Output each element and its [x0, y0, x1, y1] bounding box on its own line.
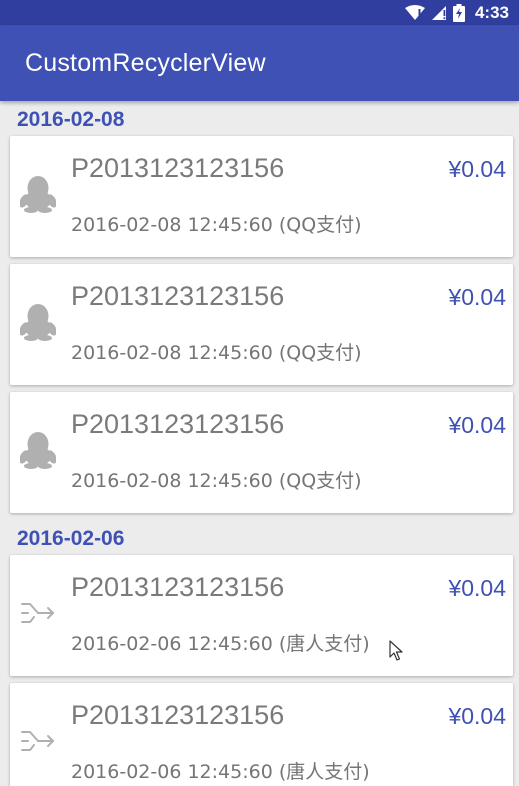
section-header: 2016-02-06	[17, 527, 125, 550]
list-item[interactable]: P2013123123156 ¥0.04 2016-02-08 12:45:60…	[10, 392, 513, 513]
mouse-cursor-icon	[389, 640, 405, 662]
payment-detail: 2016-02-08 12:45:60 (QQ支付)	[71, 470, 362, 492]
status-bar: 4:33	[0, 0, 519, 25]
payment-detail: 2016-02-06 12:45:60 (唐人支付)	[71, 761, 370, 783]
list-item[interactable]: P2013123123156 ¥0.04 2016-02-08 12:45:60…	[10, 136, 513, 257]
qq-penguin-icon	[18, 302, 58, 342]
order-number: P2013123123156	[71, 409, 285, 439]
amount: ¥0.04	[448, 156, 506, 182]
transfer-arrow-icon	[18, 593, 58, 633]
app-title: CustomRecyclerView	[25, 48, 266, 77]
clock: 4:33	[474, 2, 509, 22]
amount: ¥0.04	[448, 575, 506, 601]
wifi-icon	[404, 4, 425, 21]
list-item[interactable]: P2013123123156 ¥0.04 2016-02-08 12:45:60…	[10, 264, 513, 385]
qq-penguin-icon	[18, 430, 58, 470]
qq-penguin-icon	[18, 174, 58, 214]
order-number: P2013123123156	[71, 153, 285, 183]
signal-icon	[431, 5, 447, 21]
order-number: P2013123123156	[71, 572, 285, 602]
amount: ¥0.04	[448, 284, 506, 310]
amount: ¥0.04	[448, 703, 506, 729]
section-header: 2016-02-08	[17, 108, 125, 131]
app-bar: CustomRecyclerView	[0, 25, 519, 101]
battery-icon	[452, 3, 465, 22]
list-item[interactable]: P2013123123156 ¥0.04 2016-02-06 12:45:60…	[10, 555, 513, 676]
payment-detail: 2016-02-08 12:45:60 (QQ支付)	[71, 214, 362, 236]
recycler-list[interactable]: 2016-02-08 P2013123123156 ¥0.04 2016-02-…	[0, 101, 519, 786]
payment-detail: 2016-02-08 12:45:60 (QQ支付)	[71, 342, 362, 364]
list-item[interactable]: P2013123123156 ¥0.04 2016-02-06 12:45:60…	[10, 683, 513, 786]
amount: ¥0.04	[448, 412, 506, 438]
transfer-arrow-icon	[18, 721, 58, 761]
payment-detail: 2016-02-06 12:45:60 (唐人支付)	[71, 633, 370, 655]
order-number: P2013123123156	[71, 700, 285, 730]
order-number: P2013123123156	[71, 281, 285, 311]
